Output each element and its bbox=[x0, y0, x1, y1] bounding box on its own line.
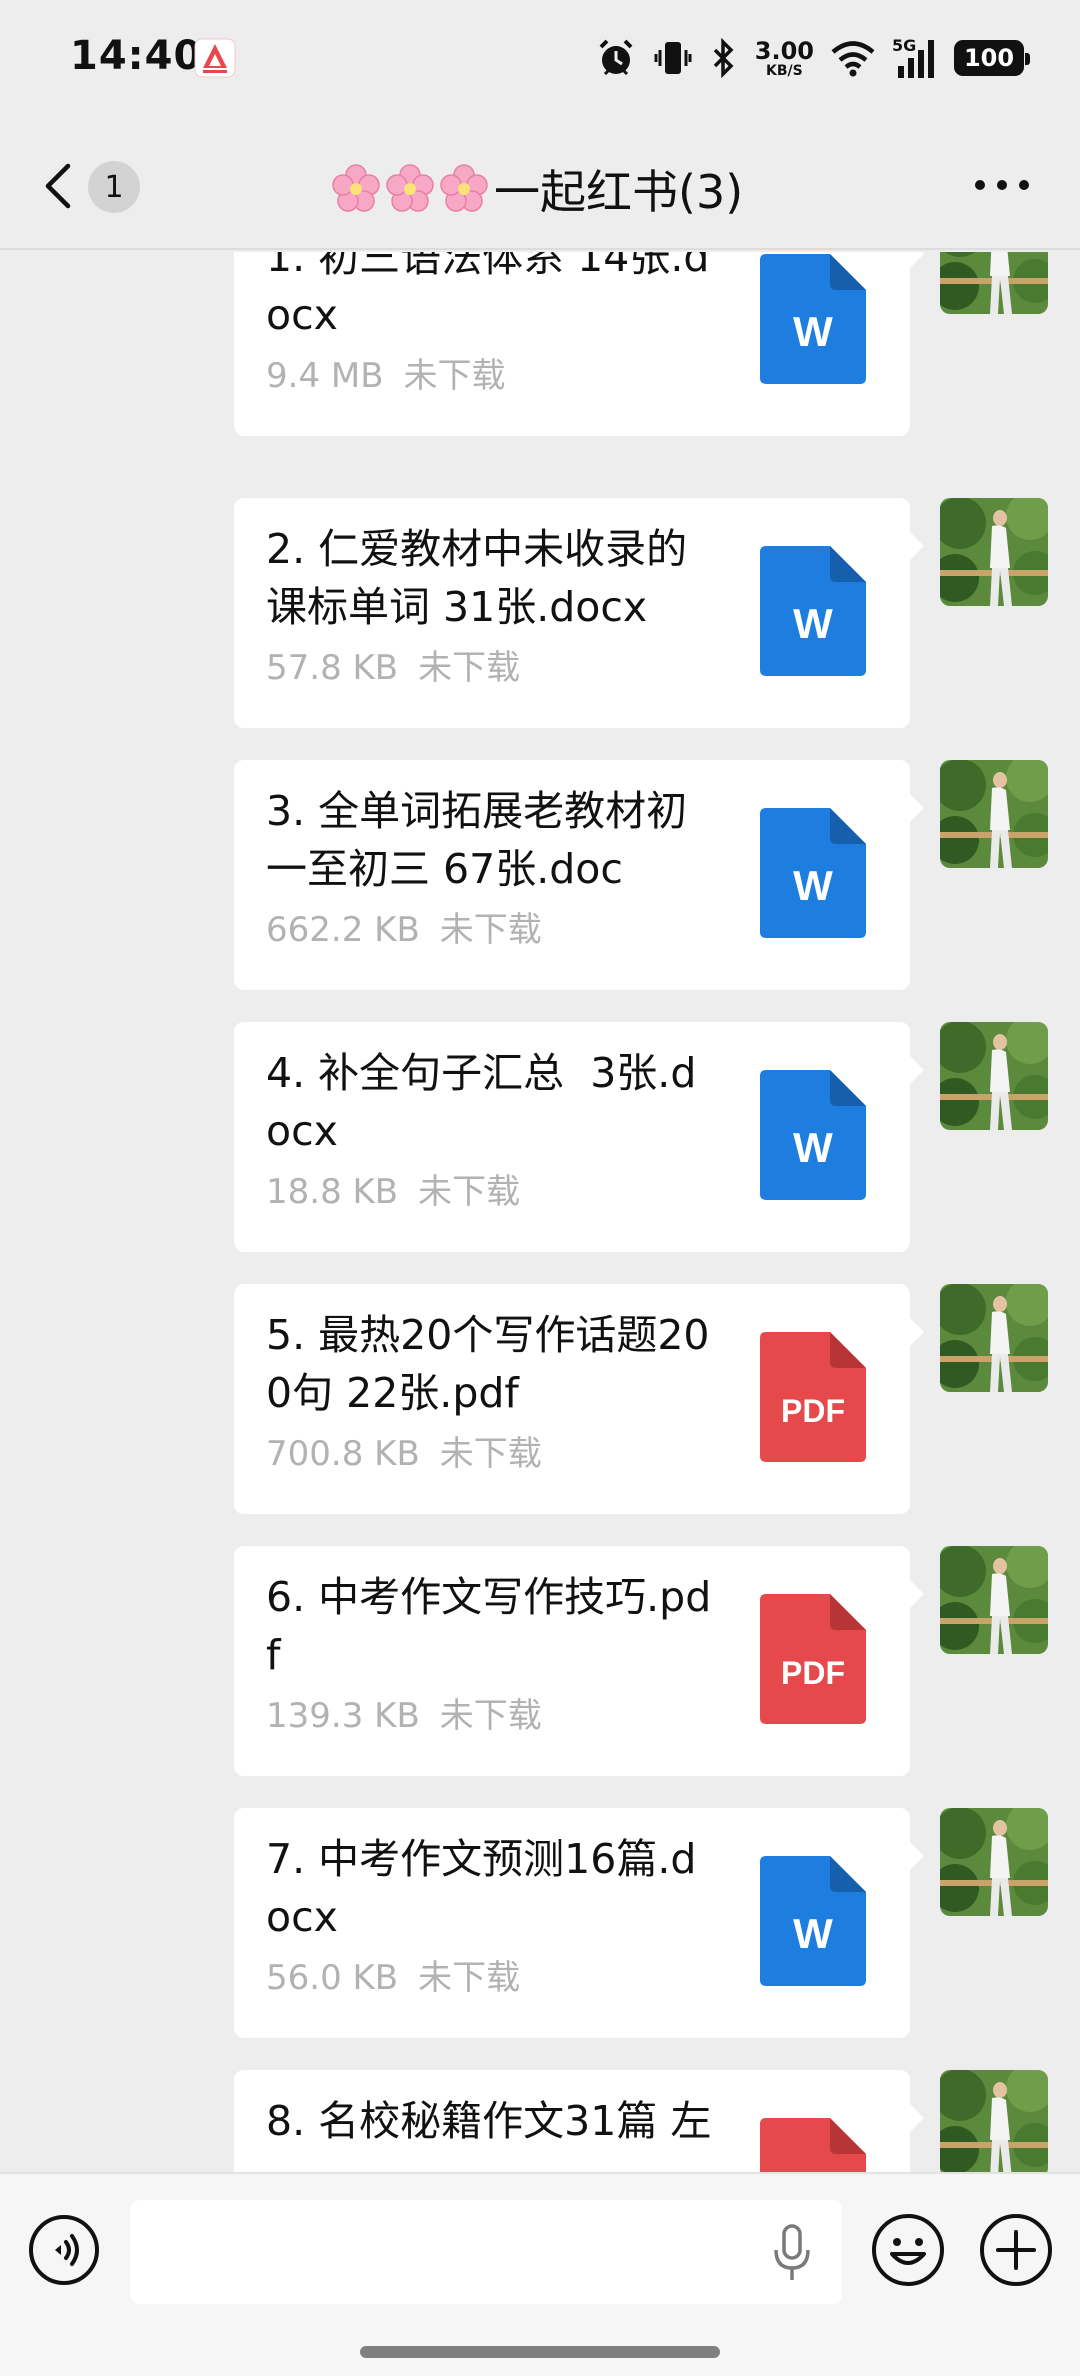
file-bubble[interactable]: 3. 全单词拓展老教材初一至初三 67张.doc 662.2 KB 未下载 W bbox=[234, 760, 924, 990]
avatar[interactable] bbox=[940, 760, 1048, 868]
avatar[interactable] bbox=[940, 1022, 1048, 1130]
file-meta: 56.0 KB 未下载 bbox=[266, 1950, 520, 1999]
file-bubble[interactable]: 8. 名校秘籍作文31篇 左 bbox=[234, 2070, 924, 2172]
avatar[interactable] bbox=[940, 2070, 1048, 2172]
file-message: 7. 中考作文预测16篇.docx 56.0 KB 未下载 W bbox=[0, 1808, 1080, 2038]
chat-title-text: 一起红书(3) bbox=[494, 165, 744, 219]
plus-icon[interactable] bbox=[978, 2212, 1054, 2288]
emoji-icon[interactable] bbox=[870, 2212, 946, 2288]
file-bubble[interactable]: 6. 中考作文写作技巧.pdf 139.3 KB 未下载 PDF bbox=[234, 1546, 924, 1776]
chevron-left-icon[interactable] bbox=[40, 160, 76, 212]
word-file-icon: W bbox=[760, 1070, 866, 1200]
file-size: 9.4 MB bbox=[266, 356, 384, 396]
cherry-blossom-icon bbox=[386, 164, 434, 212]
file-bubble[interactable]: 2. 仁爱教材中未收录的课标单词 31张.docx 57.8 KB 未下载 W bbox=[234, 498, 924, 728]
net-speed-value: 3.00 bbox=[754, 36, 814, 65]
file-size: 700.8 KB bbox=[266, 1434, 420, 1474]
status-time: 14:40 bbox=[70, 33, 203, 79]
net-speed-unit: KB/S bbox=[766, 62, 803, 79]
home-indicator[interactable] bbox=[360, 2346, 720, 2358]
file-type-label: W bbox=[793, 600, 833, 647]
file-name: 5. 最热20个写作话题200句 22张.pdf bbox=[266, 1311, 710, 1417]
file-name: 6. 中考作文写作技巧.pdf bbox=[266, 1573, 712, 1679]
download-status: 未下载 bbox=[439, 1696, 542, 1736]
word-file-icon: W bbox=[760, 1856, 866, 1986]
file-meta: 139.3 KB 未下载 bbox=[266, 1688, 542, 1737]
file-bubble[interactable]: 1. 初三语法体系 14张.docx 9.4 MB 未下载 W bbox=[234, 252, 924, 436]
file-message: 4. 补全句子汇总 3张.docx 18.8 KB 未下载 W bbox=[0, 1022, 1080, 1252]
file-name: 2. 仁爱教材中未收录的课标单词 31张.docx bbox=[266, 525, 688, 631]
file-type-label: W bbox=[793, 862, 833, 909]
file-meta: 57.8 KB 未下载 bbox=[266, 640, 520, 689]
file-type-label: PDF bbox=[781, 1393, 845, 1429]
signal-5g-icon: 5G bbox=[892, 38, 938, 78]
file-type-label: PDF bbox=[781, 1655, 845, 1691]
word-file-icon: W bbox=[760, 254, 866, 384]
download-status: 未下载 bbox=[418, 648, 521, 688]
net-speed: 3.00 KB/S bbox=[755, 39, 814, 78]
status-bar: 14:40 3.00 KB/S 5G 100 bbox=[0, 0, 1080, 120]
vibrate-icon bbox=[654, 42, 692, 74]
file-size: 18.8 KB bbox=[266, 1172, 399, 1212]
avatar[interactable] bbox=[940, 252, 1048, 314]
file-message: 2. 仁爱教材中未收录的课标单词 31张.docx 57.8 KB 未下载 W bbox=[0, 498, 1080, 728]
file-name: 7. 中考作文预测16篇.docx bbox=[266, 1835, 697, 1941]
mic-icon[interactable] bbox=[772, 2224, 812, 2282]
file-bubble[interactable]: 7. 中考作文预测16篇.docx 56.0 KB 未下载 W bbox=[234, 1808, 924, 2038]
avatar[interactable] bbox=[940, 1808, 1048, 1916]
word-file-icon: W bbox=[760, 546, 866, 676]
file-type-label: W bbox=[793, 1910, 833, 1957]
chat-title: 一起红书(3) bbox=[330, 156, 743, 222]
file-name: 1. 初三语法体系 14张.docx bbox=[266, 252, 710, 339]
bluetooth-icon bbox=[713, 38, 734, 78]
file-meta: 18.8 KB 未下载 bbox=[266, 1164, 520, 1213]
file-name: 8. 名校秘籍作文31篇 左 bbox=[266, 2097, 712, 2145]
file-meta: 9.4 MB 未下载 bbox=[266, 348, 506, 397]
file-bubble[interactable]: 5. 最热20个写作话题200句 22张.pdf 700.8 KB 未下载 PDF bbox=[234, 1284, 924, 1514]
file-type-label: W bbox=[793, 1124, 833, 1171]
pdf-file-icon: PDF bbox=[760, 1594, 866, 1724]
cherry-blossom-icon bbox=[440, 164, 488, 212]
message-input[interactable] bbox=[130, 2200, 842, 2304]
alarm-icon bbox=[599, 39, 633, 76]
chat-input-bar bbox=[0, 2172, 1080, 2376]
file-bubble[interactable]: 4. 补全句子汇总 3张.docx 18.8 KB 未下载 W bbox=[234, 1022, 924, 1252]
file-meta: 662.2 KB 未下载 bbox=[266, 902, 542, 951]
file-message: 6. 中考作文写作技巧.pdf 139.3 KB 未下载 PDF bbox=[0, 1546, 1080, 1776]
file-message: 8. 名校秘籍作文31篇 左 bbox=[0, 2070, 1080, 2172]
file-size: 139.3 KB bbox=[266, 1696, 420, 1736]
chat-header: 1 一起红书(3) bbox=[0, 120, 1080, 250]
unread-count-badge[interactable]: 1 bbox=[88, 161, 140, 213]
download-status: 未下载 bbox=[439, 910, 542, 950]
file-meta: 700.8 KB 未下载 bbox=[266, 1426, 542, 1475]
download-status: 未下载 bbox=[418, 1958, 521, 1998]
download-status: 未下载 bbox=[403, 356, 506, 396]
wifi-icon bbox=[831, 41, 875, 77]
download-status: 未下载 bbox=[418, 1172, 521, 1212]
file-name: 3. 全单词拓展老教材初一至初三 67张.doc bbox=[266, 787, 688, 893]
file-size: 662.2 KB bbox=[266, 910, 420, 950]
status-icons: 3.00 KB/S 5G 100 bbox=[595, 32, 1030, 84]
file-size: 57.8 KB bbox=[266, 648, 399, 688]
pdf-file-icon: PDF bbox=[760, 1332, 866, 1462]
file-type-label: W bbox=[793, 308, 833, 355]
file-message: 5. 最热20个写作话题200句 22张.pdf 700.8 KB 未下载 PDF bbox=[0, 1284, 1080, 1514]
title-emoji-group bbox=[330, 163, 490, 215]
avatar[interactable] bbox=[940, 498, 1048, 606]
avatar[interactable] bbox=[940, 1546, 1048, 1654]
download-status: 未下载 bbox=[439, 1434, 542, 1474]
pdf-file-icon bbox=[760, 2118, 866, 2172]
file-size: 56.0 KB bbox=[266, 1958, 399, 1998]
cherry-blossom-icon bbox=[332, 164, 380, 212]
word-file-icon: W bbox=[760, 808, 866, 938]
file-message: 3. 全单词拓展老教材初一至初三 67张.doc 662.2 KB 未下载 W bbox=[0, 760, 1080, 990]
battery-indicator: 100 bbox=[954, 40, 1030, 76]
avatar[interactable] bbox=[940, 1284, 1048, 1392]
red-app-logo-icon bbox=[194, 38, 236, 78]
voice-icon[interactable] bbox=[28, 2214, 100, 2286]
file-message: 1. 初三语法体系 14张.docx 9.4 MB 未下载 W bbox=[0, 252, 1080, 436]
more-icon[interactable] bbox=[972, 178, 1032, 192]
file-name: 4. 补全句子汇总 3张.docx bbox=[266, 1049, 697, 1155]
message-list[interactable]: 1. 初三语法体系 14张.docx 9.4 MB 未下载 W 2. 仁爱教材中… bbox=[0, 252, 1080, 2172]
